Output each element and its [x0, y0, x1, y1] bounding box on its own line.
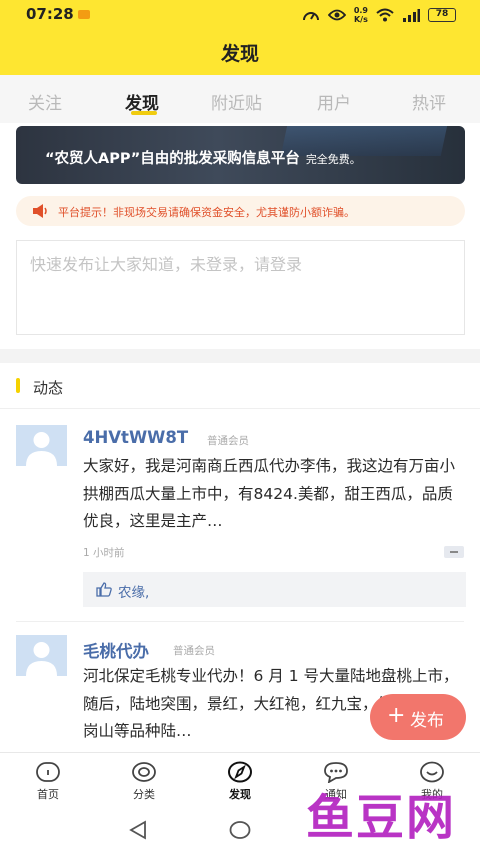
avatar[interactable]	[16, 425, 67, 466]
status-right: 0.9 K/s 78	[302, 4, 456, 26]
tab-nearby[interactable]: 附近贴	[211, 89, 262, 114]
battery-icon: 78	[428, 8, 456, 22]
promo-banner[interactable]: “农贸人APP”自由的批发采购信息平台 完全免费。	[16, 126, 465, 184]
nav-label: 分类	[133, 788, 155, 801]
publish-button[interactable]: + 发布	[370, 694, 466, 740]
thumbs-up-icon	[96, 582, 112, 597]
divider	[0, 408, 480, 409]
notice-text: 平台提示！非现场交易请确保资金安全，尤其谨防小额诈骗。	[58, 206, 355, 219]
top-bar: 07:28 0.9 K/s 78 发现	[0, 0, 480, 75]
nav-home[interactable]: 首页	[18, 761, 78, 802]
section-separator	[0, 349, 480, 363]
back-icon[interactable]	[128, 820, 148, 840]
notification-icon	[78, 10, 90, 19]
tab-hot-comments[interactable]: 热评	[412, 89, 446, 114]
compose-box[interactable]: 快速发布让大家知道，未登录，请登录	[16, 240, 465, 335]
section-marker	[16, 378, 20, 393]
post-time: 1 小时前	[83, 547, 125, 559]
post-username[interactable]: 4HVtWW8T	[83, 428, 188, 447]
wifi-icon	[376, 8, 394, 22]
post-text[interactable]: 大家好，我是河南商丘西瓜代办李伟，我这边有万亩小拱棚西瓜大量上市中，有8424.…	[83, 453, 466, 536]
page-title: 发现	[220, 43, 259, 65]
publish-label: 发布	[410, 711, 444, 731]
likes-bar: 农缘,	[83, 572, 466, 607]
tab-bar: 关注 发现 附近贴 用户 热评	[0, 75, 480, 123]
banner-note: 完全免费。	[305, 153, 361, 166]
tab-follow[interactable]: 关注	[28, 89, 62, 114]
platform-notice: 平台提示！非现场交易请确保资金安全，尤其谨防小额诈骗。	[16, 196, 465, 226]
more-options-button[interactable]	[444, 546, 464, 558]
signal-icon	[403, 9, 420, 22]
network-speed: 0.9 K/s	[354, 6, 368, 24]
nav-discover[interactable]: 发现	[210, 761, 270, 802]
tab-users[interactable]: 用户	[317, 89, 351, 114]
compass-icon	[228, 761, 252, 783]
nav-category[interactable]: 分类	[114, 761, 174, 802]
banner-text: “农贸人APP”自由的批发采购信息平台 完全免费。	[45, 147, 361, 168]
likes-text: 农缘,	[118, 585, 150, 601]
member-badge: 普通会员	[207, 435, 249, 447]
home-circle-icon[interactable]	[229, 820, 251, 840]
default-avatar-icon	[26, 432, 57, 466]
plus-icon: +	[387, 703, 406, 728]
speedometer-icon	[302, 12, 319, 21]
nav-label: 首页	[37, 788, 59, 801]
section-title: 动态	[33, 379, 64, 397]
avatar[interactable]	[16, 635, 67, 676]
post-username[interactable]: 毛桃代办	[83, 638, 149, 662]
compose-placeholder: 快速发布让大家知道，未登录，请登录	[30, 255, 303, 274]
speed-unit: K/s	[353, 15, 368, 24]
banner-title: “农贸人APP”自由的批发采购信息平台	[45, 151, 300, 167]
speed-value: 0.9	[353, 6, 368, 15]
eye-icon	[327, 9, 346, 21]
active-tab-indicator	[131, 111, 157, 115]
speaker-icon	[33, 204, 47, 218]
nav-label: 发现	[229, 788, 251, 801]
status-time: 07:28	[26, 5, 74, 23]
watermark-logo: 鱼豆网	[306, 790, 457, 846]
category-icon	[132, 762, 156, 782]
default-avatar-icon	[26, 642, 57, 676]
member-badge: 普通会员	[173, 645, 215, 657]
post-divider	[16, 621, 464, 622]
status-bar: 07:28 0.9 K/s 78	[0, 0, 480, 30]
feed-content[interactable]: “农贸人APP”自由的批发采购信息平台 完全免费。 平台提示！非现场交易请确保资金…	[0, 123, 480, 752]
home-icon	[36, 762, 60, 782]
